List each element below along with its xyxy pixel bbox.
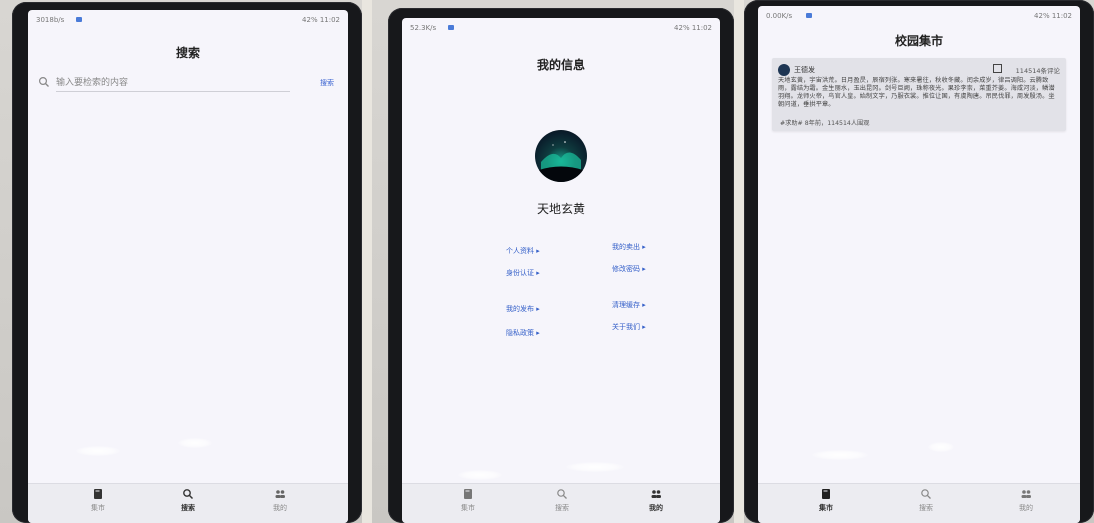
comment-count: 114514条评论 bbox=[1015, 67, 1060, 75]
photo-profile-screen: 52.3K/s 42% 11:02 我的信息 天地玄黄 个人资料 身份认证 我的… bbox=[372, 0, 734, 523]
tab-market[interactable]: 集市 bbox=[68, 488, 128, 513]
link-my-posts[interactable]: 我的发布 bbox=[506, 304, 540, 314]
link-about-us[interactable]: 关于我们 bbox=[612, 322, 646, 332]
search-input[interactable] bbox=[56, 74, 290, 92]
people-icon bbox=[275, 490, 285, 498]
notification-icon bbox=[806, 13, 812, 18]
page-title: 我的信息 bbox=[536, 58, 585, 72]
screen-glare bbox=[458, 470, 502, 480]
book-icon bbox=[464, 489, 472, 499]
bottom-tab-bar: 集市 搜索 我的 bbox=[758, 483, 1080, 523]
search-bar: 搜索 bbox=[38, 72, 338, 94]
tab-label: 集市 bbox=[91, 504, 105, 512]
status-bar: 3018b/s 42% 11:02 bbox=[28, 10, 348, 32]
photo-market-screen: 0.00K/s 42% 11:02 校园集市 王德发 114514条评论 天地玄… bbox=[744, 0, 1094, 523]
tablet-frame: 0.00K/s 42% 11:02 校园集市 王德发 114514条评论 天地玄… bbox=[744, 0, 1094, 523]
avatar[interactable] bbox=[535, 130, 587, 182]
status-bar: 52.3K/s 42% 11:02 bbox=[402, 18, 720, 40]
screen-glare bbox=[566, 462, 624, 472]
aurora-image bbox=[539, 141, 583, 182]
tablet-frame: 3018b/s 42% 11:02 搜索 搜索 集市 bbox=[12, 2, 362, 523]
search-icon bbox=[38, 76, 49, 87]
post-footer: #求助# 8年前，114514人围观 bbox=[780, 120, 870, 127]
tab-label: 集市 bbox=[461, 504, 475, 512]
post-content: 天地玄黄，宇宙洪荒。日月盈昃，辰宿列张。寒来暑往，秋收冬藏。闰余成岁，律吕调阳。… bbox=[778, 77, 1055, 108]
avatar bbox=[778, 64, 790, 76]
people-icon bbox=[651, 490, 661, 498]
tab-label: 搜索 bbox=[555, 504, 569, 512]
notification-icon bbox=[448, 25, 454, 30]
tab-search[interactable]: 搜索 bbox=[158, 488, 218, 513]
tab-mine[interactable]: 我的 bbox=[250, 488, 310, 513]
link-privacy-policy[interactable]: 隐私政策 bbox=[506, 328, 540, 338]
link-profile[interactable]: 个人资料 bbox=[506, 246, 540, 256]
username: 天地玄黄 bbox=[536, 202, 585, 216]
link-verification[interactable]: 身份认证 bbox=[506, 268, 540, 278]
battery-time: 42% 11:02 bbox=[1034, 12, 1072, 20]
tab-search[interactable]: 搜索 bbox=[532, 488, 592, 513]
tab-label: 搜索 bbox=[181, 504, 195, 512]
tab-label: 我的 bbox=[273, 504, 287, 512]
network-speed: 0.00K/s bbox=[766, 12, 793, 20]
network-speed: 3018b/s bbox=[36, 16, 65, 24]
tab-search[interactable]: 搜索 bbox=[896, 488, 956, 513]
book-icon bbox=[94, 489, 102, 499]
link-change-password[interactable]: 修改密码 bbox=[612, 264, 646, 274]
page-title: 校园集市 bbox=[894, 34, 943, 48]
post-card[interactable]: 王德发 114514条评论 天地玄黄，宇宙洪荒。日月盈昃，辰宿列张。寒来暑往，秋… bbox=[772, 58, 1066, 131]
page-title: 搜索 bbox=[175, 46, 200, 60]
screen-glare bbox=[178, 438, 212, 448]
image-icon bbox=[993, 64, 1002, 73]
battery-time: 42% 11:02 bbox=[674, 24, 712, 32]
bottom-tab-bar: 集市 搜索 我的 bbox=[28, 483, 348, 523]
status-bar: 0.00K/s 42% 11:02 bbox=[758, 6, 1080, 28]
photo-search-screen: 3018b/s 42% 11:02 搜索 搜索 集市 bbox=[0, 0, 362, 523]
link-my-sold[interactable]: 我的卖出 bbox=[612, 242, 646, 252]
tab-market[interactable]: 集市 bbox=[796, 488, 856, 513]
search-screen: 3018b/s 42% 11:02 搜索 搜索 集市 bbox=[28, 10, 348, 523]
search-icon bbox=[921, 489, 931, 499]
screen-glare bbox=[812, 450, 868, 460]
search-icon bbox=[557, 489, 567, 499]
tab-label: 我的 bbox=[1019, 504, 1033, 512]
notification-icon bbox=[76, 17, 82, 22]
people-icon bbox=[1021, 490, 1031, 498]
battery-time: 42% 11:02 bbox=[302, 16, 340, 24]
profile-screen: 52.3K/s 42% 11:02 我的信息 天地玄黄 个人资料 身份认证 我的… bbox=[402, 18, 720, 523]
tab-label: 搜索 bbox=[919, 504, 933, 512]
tab-market[interactable]: 集市 bbox=[438, 488, 498, 513]
tablet-frame: 52.3K/s 42% 11:02 我的信息 天地玄黄 个人资料 身份认证 我的… bbox=[388, 8, 734, 523]
market-screen: 0.00K/s 42% 11:02 校园集市 王德发 114514条评论 天地玄… bbox=[758, 6, 1080, 523]
tab-mine[interactable]: 我的 bbox=[996, 488, 1056, 513]
search-icon bbox=[183, 489, 194, 500]
tab-label: 我的 bbox=[649, 504, 663, 512]
post-author: 王德发 bbox=[794, 66, 815, 74]
screen-glare bbox=[76, 446, 120, 456]
screen-glare bbox=[928, 442, 954, 452]
book-icon bbox=[822, 489, 830, 499]
bottom-tab-bar: 集市 搜索 我的 bbox=[402, 483, 720, 523]
search-button[interactable]: 搜索 bbox=[320, 78, 334, 88]
tab-mine[interactable]: 我的 bbox=[626, 488, 686, 513]
network-speed: 52.3K/s bbox=[410, 24, 437, 32]
tab-label: 集市 bbox=[819, 504, 833, 512]
link-clear-cache[interactable]: 清理缓存 bbox=[612, 300, 646, 310]
